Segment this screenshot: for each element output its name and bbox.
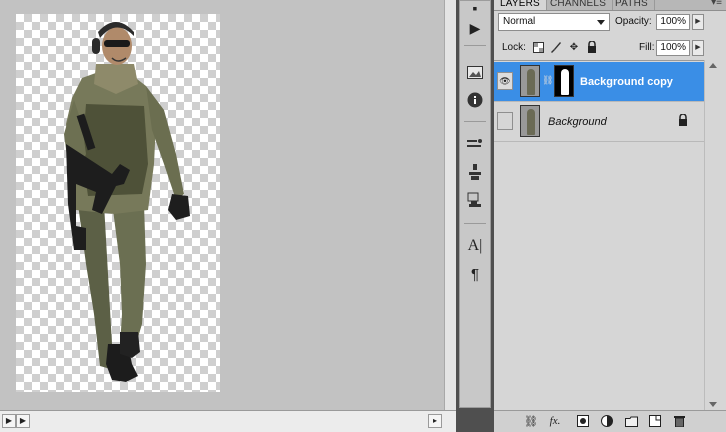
layers-footer: ⛓ fx.: [494, 410, 726, 432]
layer-row-background-copy[interactable]: 👁 ⛓ Background copy: [494, 62, 704, 102]
layer-thumbnail: [520, 65, 540, 97]
lock-move-icon[interactable]: ✥: [568, 41, 580, 53]
canvas-area[interactable]: [0, 0, 456, 410]
panel-dock: ▪ ▶ A| ¶: [456, 0, 494, 432]
lock-icon: [678, 113, 688, 129]
blend-mode-value: Normal: [503, 16, 536, 27]
scroll-right-end-arrow-icon[interactable]: ▸: [428, 414, 442, 428]
navigator-icon[interactable]: [463, 61, 487, 83]
panel-tabs: LAYERS CHANNELS PATHS ▾≡: [494, 0, 726, 11]
layer-name: Background copy: [580, 76, 673, 88]
info-icon[interactable]: [463, 89, 487, 111]
dock-divider: [464, 45, 486, 46]
layer-style-icon[interactable]: fx.: [546, 413, 564, 429]
character-icon[interactable]: A|: [463, 235, 487, 257]
delete-layer-icon[interactable]: [670, 413, 688, 429]
document-canvas[interactable]: [16, 14, 220, 392]
chevron-down-icon: [597, 20, 605, 25]
soldier-image: [64, 22, 190, 382]
lock-all-icon[interactable]: [586, 41, 598, 53]
scroll-down-arrow-icon[interactable]: [709, 402, 717, 407]
tab-paths[interactable]: PATHS: [609, 0, 655, 10]
fill-label: Fill:: [639, 42, 655, 53]
layers-list: 👁 ⛓ Background copy Background: [494, 60, 726, 411]
new-layer-icon[interactable]: [646, 413, 664, 429]
new-group-icon[interactable]: [622, 413, 640, 429]
horizontal-scrollbar[interactable]: ▶ ▶ ▸: [0, 410, 456, 432]
lock-label: Lock:: [502, 42, 526, 53]
layer-name: Background: [548, 116, 607, 128]
dock-divider: [464, 223, 486, 224]
dock-divider: [464, 121, 486, 122]
layer-mask-thumbnail[interactable]: [554, 65, 574, 97]
add-mask-icon[interactable]: [574, 413, 592, 429]
tool-presets-icon[interactable]: [463, 189, 487, 211]
lock-brush-icon[interactable]: [550, 41, 562, 53]
play-icon[interactable]: ▶: [463, 17, 487, 39]
scroll-left-arrow-icon[interactable]: ▶: [2, 414, 16, 428]
fill-stepper[interactable]: ▶: [692, 40, 704, 56]
opacity-label: Opacity:: [615, 16, 652, 27]
chain-link-icon[interactable]: ⛓: [542, 75, 553, 86]
scroll-up-arrow-icon[interactable]: [709, 63, 717, 68]
eye-icon[interactable]: 👁: [497, 72, 513, 90]
opacity-stepper[interactable]: ▶: [692, 14, 704, 30]
visibility-toggle[interactable]: [497, 112, 513, 130]
link-layers-icon[interactable]: ⛓: [522, 413, 540, 429]
layers-scrollbar[interactable]: [704, 60, 726, 410]
tab-channels[interactable]: CHANNELS: [544, 0, 614, 10]
brushes-icon[interactable]: [463, 133, 487, 155]
clone-source-icon[interactable]: [463, 161, 487, 183]
layers-panel: LAYERS CHANNELS PATHS ▾≡ Normal Opacity:…: [494, 0, 726, 432]
fill-input[interactable]: 100%: [656, 40, 690, 56]
dock-column: ▪ ▶ A| ¶: [459, 0, 491, 408]
blend-mode-select[interactable]: Normal: [498, 13, 610, 31]
paragraph-icon[interactable]: ¶: [463, 263, 487, 285]
scroll-right-arrow-icon[interactable]: ▶: [16, 414, 30, 428]
opacity-input[interactable]: 100%: [656, 14, 690, 30]
panel-menu-icon[interactable]: ▾≡: [711, 0, 722, 8]
layer-row-background[interactable]: Background: [494, 102, 704, 142]
layer-thumbnail: [520, 105, 540, 137]
adjustment-layer-icon[interactable]: [598, 413, 616, 429]
tab-layers[interactable]: LAYERS: [494, 0, 547, 10]
vertical-scrollbar[interactable]: [444, 0, 456, 410]
lock-transparent-icon[interactable]: [532, 41, 544, 53]
